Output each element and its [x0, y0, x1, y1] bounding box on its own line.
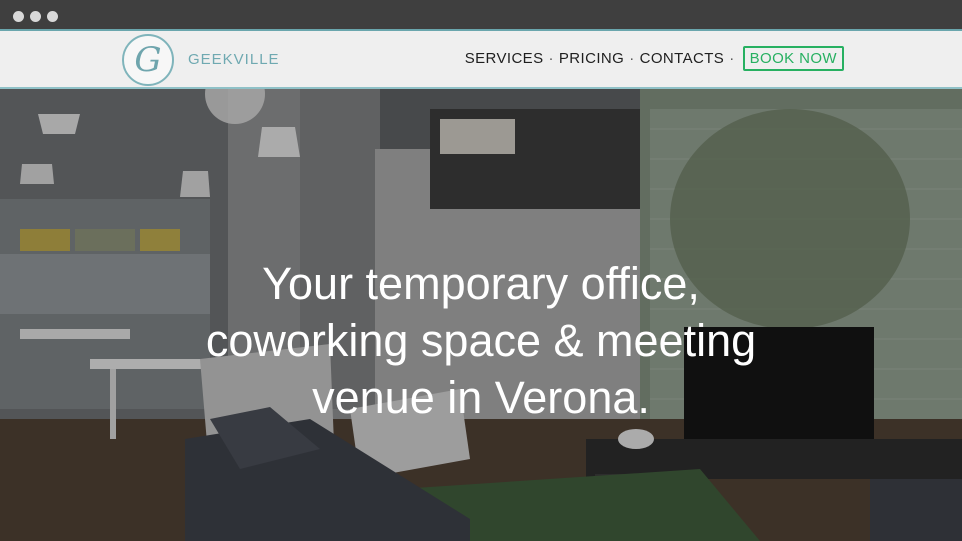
hero-section: Your temporary office, coworking space &…: [0, 89, 962, 541]
headline-line: coworking space & meeting: [205, 315, 757, 366]
logo-letter: G: [134, 40, 162, 80]
main-nav: SERVICES · PRICING · CONTACTS · BOOK NOW: [465, 46, 844, 71]
nav-pricing[interactable]: PRICING: [559, 50, 624, 67]
minimize-dot-icon[interactable]: [30, 11, 41, 22]
hero-headline: Your temporary office, coworking space &…: [0, 255, 962, 426]
nav-separator: ·: [548, 50, 554, 67]
nav-separator: ·: [629, 50, 635, 67]
logo[interactable]: G: [122, 34, 174, 86]
browser-window: G GEEKVILLE SERVICES · PRICING · CONTACT…: [0, 0, 962, 541]
book-now-button[interactable]: BOOK NOW: [742, 46, 844, 71]
headline-line: venue in Verona.: [312, 372, 650, 423]
nav-services[interactable]: SERVICES: [465, 50, 544, 67]
site-header: G GEEKVILLE SERVICES · PRICING · CONTACT…: [0, 31, 962, 89]
brand-name[interactable]: GEEKVILLE: [188, 51, 280, 68]
window-titlebar: [0, 0, 962, 31]
nav-contacts[interactable]: CONTACTS: [640, 50, 725, 67]
close-dot-icon[interactable]: [13, 11, 24, 22]
maximize-dot-icon[interactable]: [47, 11, 58, 22]
nav-separator: ·: [729, 50, 735, 67]
headline-line: Your temporary office,: [262, 258, 700, 309]
